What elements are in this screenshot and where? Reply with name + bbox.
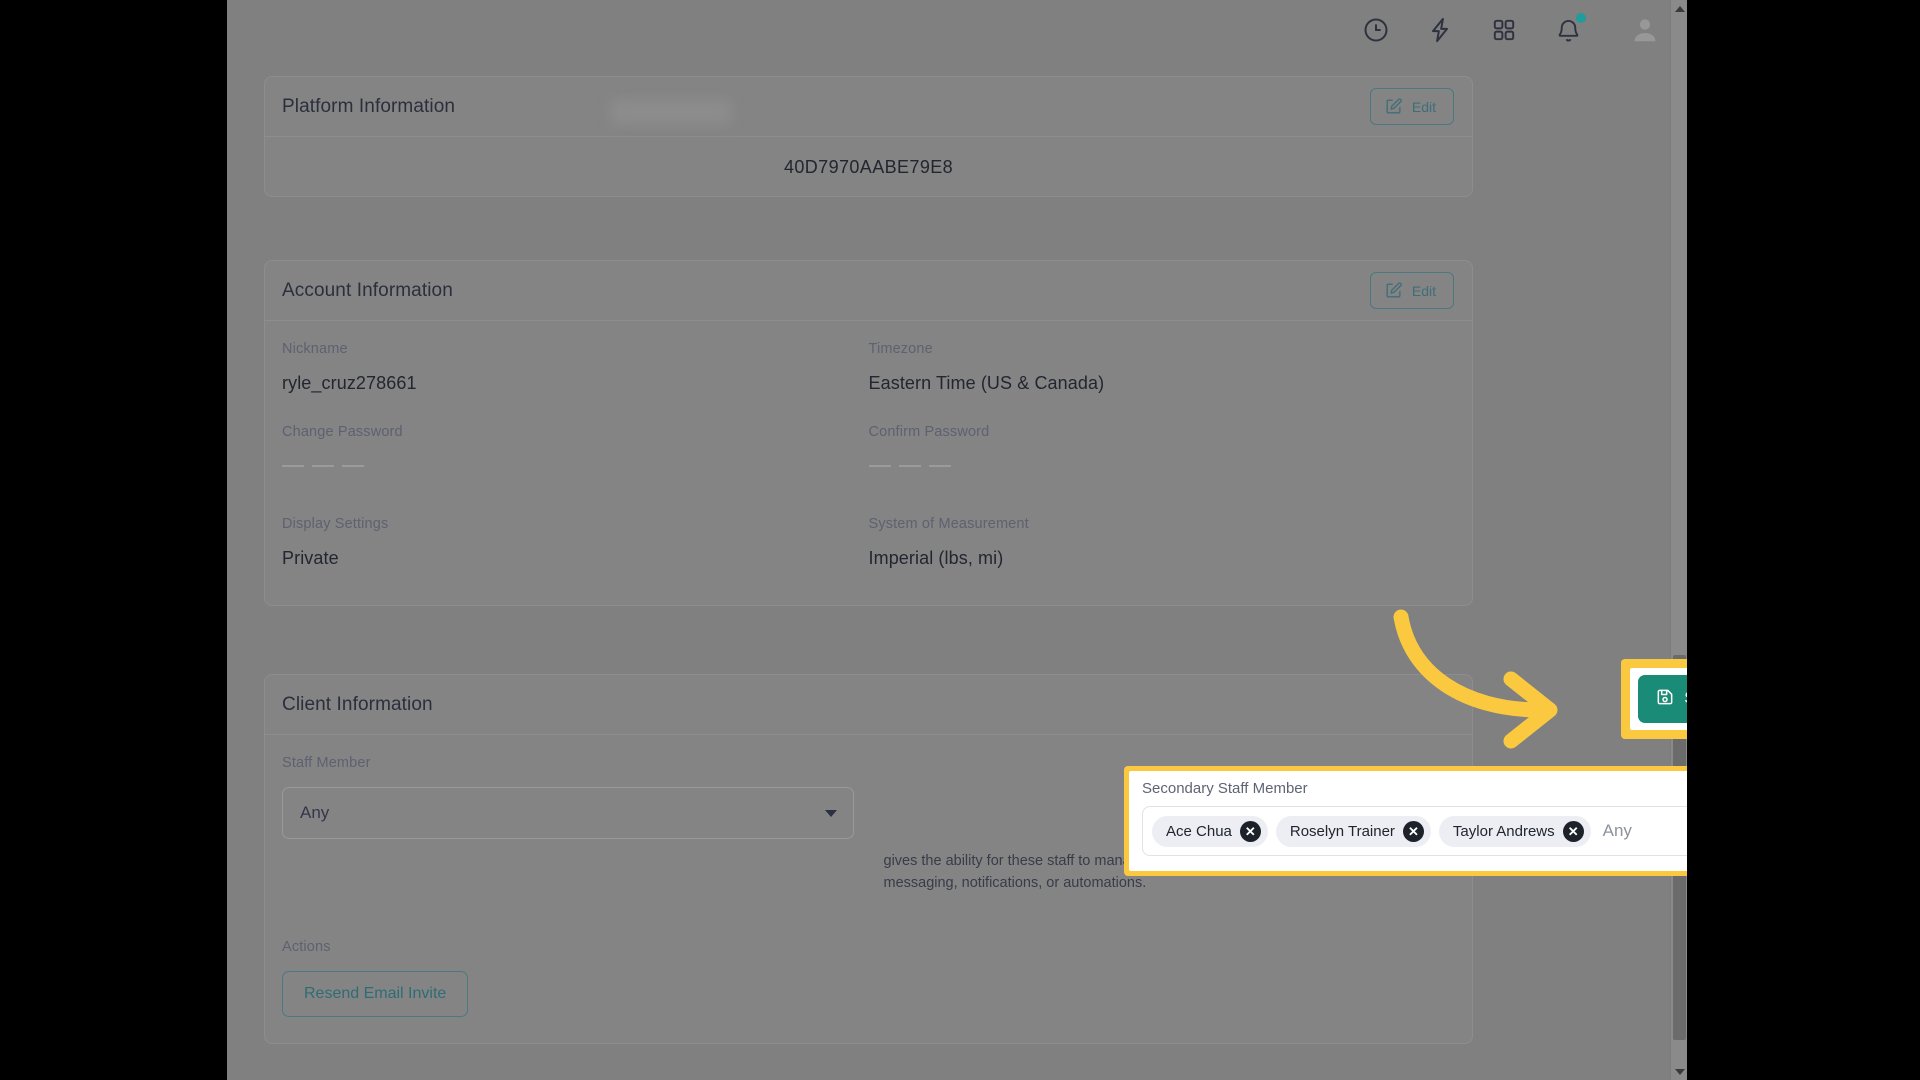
save-floppy-icon — [1655, 687, 1675, 712]
field-label: Timezone — [868, 341, 933, 357]
field-system-of-measurement: System of Measurement Imperial (lbs, mi) — [869, 488, 1456, 581]
staff-chip[interactable]: Ace Chua ✕ — [1152, 815, 1268, 847]
platform-information-card: Platform Information Edit 40D7970AABE79E… — [264, 76, 1473, 197]
account-card-body: Nickname ryle_cruz278661 Timezone Easter… — [265, 321, 1472, 605]
client-card-header: Client Information — [265, 675, 1472, 735]
account-card-header: Account Information Edit — [265, 261, 1472, 321]
staff-member-value: Any — [300, 803, 330, 822]
client-card-title: Client Information — [282, 693, 433, 715]
field-label: Display Settings — [282, 516, 389, 532]
top-toolbar — [227, 0, 1687, 60]
platform-card-title: Platform Information — [282, 95, 456, 117]
staff-chip-label: Taylor Andrews — [1452, 822, 1555, 840]
staff-member-select[interactable]: Any — [282, 787, 854, 839]
staff-chip[interactable]: Roselyn Trainer ✕ — [1275, 815, 1431, 847]
field-value: Eastern Time (US & Canada) — [868, 373, 1105, 393]
save-button-label: Save — [1684, 690, 1687, 708]
field-timezone: Timezone Eastern Time (US & Canada) — [869, 341, 1456, 406]
secondary-staff-highlight: Secondary Staff Member Ace Chua ✕ Rosely… — [1124, 766, 1687, 876]
remove-chip-icon[interactable]: ✕ — [1562, 820, 1584, 842]
remove-chip-icon[interactable]: ✕ — [1402, 820, 1424, 842]
staff-chip-label: Ace Chua — [1166, 822, 1232, 840]
platform-card-header: Platform Information Edit — [265, 77, 1472, 137]
field-staff-member: Staff Member Any — [282, 755, 854, 907]
triangle-up-icon — [1674, 5, 1685, 12]
password-masked-value — [868, 456, 1456, 476]
grid-icon[interactable] — [1487, 13, 1521, 47]
redacted-content — [610, 99, 732, 125]
resend-email-invite-button[interactable]: Resend Email Invite — [282, 970, 469, 1017]
platform-edit-button[interactable]: Edit — [1369, 88, 1454, 125]
account-edit-label: Edit — [1411, 282, 1436, 299]
field-confirm-password: Confirm Password — [868, 406, 1456, 488]
platform-id-value: 40D7970AABE79E8 — [783, 157, 954, 177]
app-viewport: Platform Information Edit 40D7970AABE79E… — [227, 0, 1687, 1080]
field-label: Change Password — [282, 424, 403, 440]
secondary-staff-wrapper: Secondary Staff Member Ace Chua ✕ Rosely… — [1129, 771, 1687, 871]
field-value: Private — [282, 548, 339, 568]
secondary-staff-select[interactable]: Ace Chua ✕ Roselyn Trainer ✕ Taylor Andr… — [1142, 806, 1687, 856]
vertical-scrollbar[interactable] — [1670, 0, 1687, 1080]
field-value: Imperial (lbs, mi) — [868, 548, 1004, 568]
account-card-title: Account Information — [282, 279, 453, 301]
save-button-wrapper: Save — [1630, 668, 1687, 730]
bell-icon[interactable] — [1551, 13, 1586, 47]
remove-chip-icon[interactable]: ✕ — [1239, 820, 1261, 842]
secondary-staff-label: Secondary Staff Member — [1142, 780, 1308, 797]
avatar[interactable] — [1625, 10, 1665, 50]
password-masked-value — [282, 456, 869, 476]
scroll-down-button[interactable] — [1671, 1063, 1687, 1080]
field-nickname: Nickname ryle_cruz278661 — [282, 341, 869, 406]
edit-pencil-icon — [1384, 281, 1403, 300]
field-value: ryle_cruz278661 — [282, 373, 417, 393]
staff-chip-label: Roselyn Trainer — [1289, 822, 1395, 840]
field-change-password: Change Password — [282, 406, 869, 488]
field-label: Confirm Password — [868, 424, 990, 440]
actions-label: Actions — [282, 938, 331, 955]
scroll-up-button[interactable] — [1671, 0, 1687, 17]
account-edit-button[interactable]: Edit — [1369, 272, 1454, 309]
save-button[interactable]: Save — [1638, 675, 1687, 723]
triangle-down-icon — [1674, 1068, 1685, 1075]
save-button-highlight: Save — [1621, 659, 1687, 739]
platform-edit-label: Edit — [1411, 98, 1436, 115]
field-label: System of Measurement — [868, 516, 1029, 532]
staff-member-label: Staff Member — [282, 755, 371, 771]
secondary-staff-placeholder: Any — [1602, 821, 1632, 840]
actions-section: Actions Resend Email Invite — [282, 939, 1455, 1017]
notification-badge-dot — [1576, 13, 1586, 23]
account-information-card: Account Information Edit Nickname ryle_c… — [264, 260, 1473, 606]
chevron-down-icon — [824, 809, 837, 817]
staff-chip[interactable]: Taylor Andrews ✕ — [1438, 815, 1591, 847]
lightning-icon[interactable] — [1423, 13, 1457, 47]
field-display-settings: Display Settings Private — [282, 488, 869, 581]
edit-pencil-icon — [1384, 97, 1403, 116]
field-label: Nickname — [282, 341, 348, 357]
clock-icon[interactable] — [1359, 13, 1393, 47]
